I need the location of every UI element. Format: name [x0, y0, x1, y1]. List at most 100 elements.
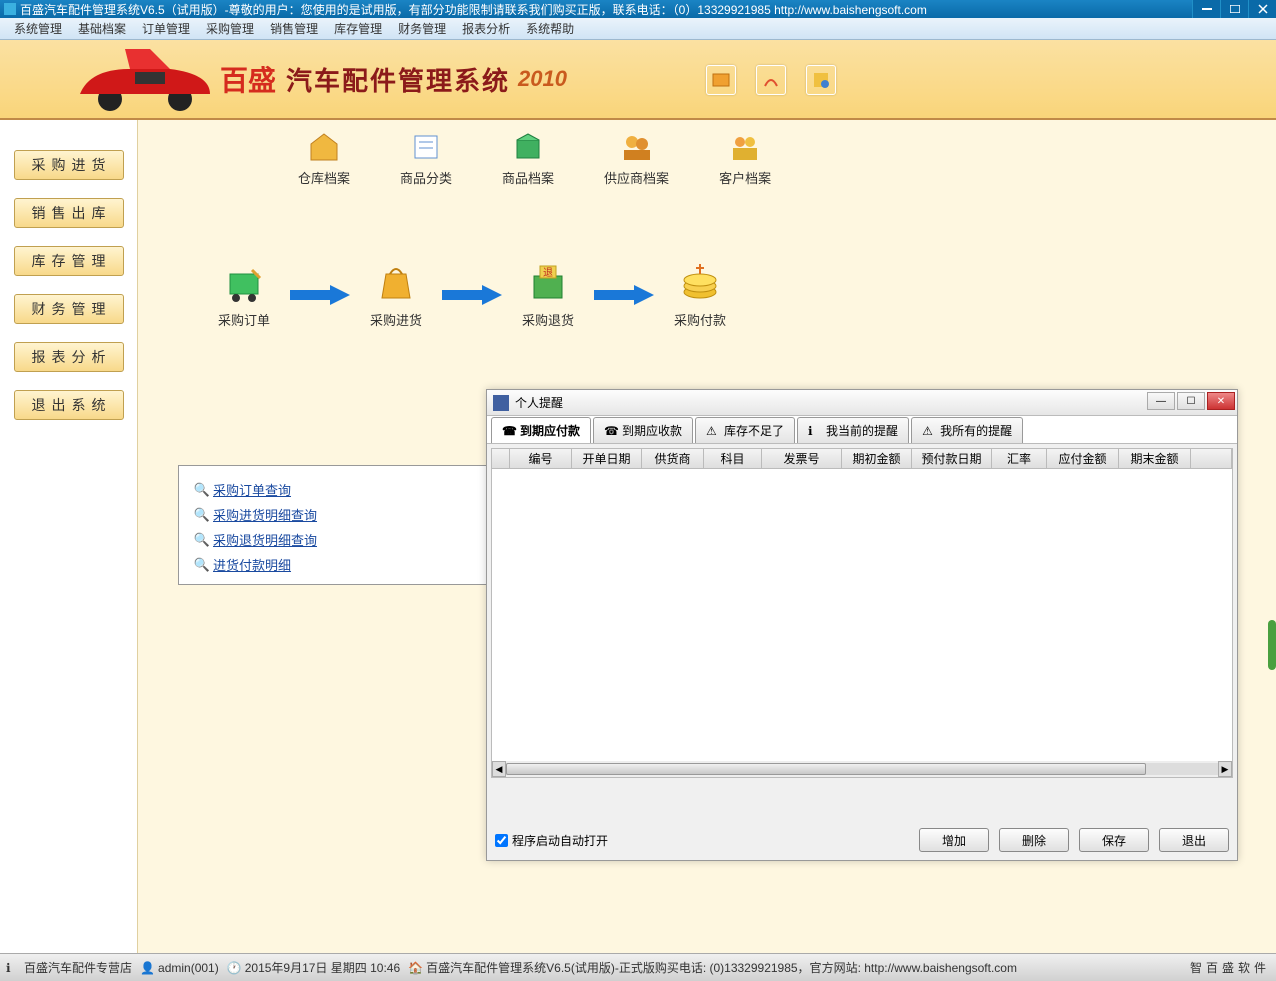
nav-purchase[interactable]: 采购进货 — [14, 150, 124, 180]
flow-order[interactable]: 采购订单 — [218, 260, 270, 329]
svg-text:退: 退 — [543, 267, 553, 279]
link-pay-detail[interactable]: 进货付款明细 — [213, 555, 291, 574]
nav-report[interactable]: 报表分析 — [14, 342, 124, 372]
right-scrollbar[interactable] — [1268, 620, 1276, 670]
link-item: 🔍采购订单查询 — [195, 480, 488, 499]
people-icon — [620, 130, 654, 164]
link-in-detail[interactable]: 采购进货明细查询 — [213, 505, 317, 524]
col-blank — [1191, 449, 1232, 468]
dialog-maximize-button[interactable]: ☐ — [1177, 392, 1205, 410]
col-supplier[interactable]: 供货商 — [642, 449, 704, 468]
banner-icon-2[interactable] — [756, 65, 786, 95]
menu-help[interactable]: 系统帮助 — [518, 20, 582, 37]
icon-supplier[interactable]: 供应商档案 — [604, 130, 669, 187]
dialog-title: 个人提醒 — [515, 394, 563, 411]
icon-category[interactable]: 商品分类 — [400, 130, 452, 187]
menu-bar: 系统管理 基础档案 订单管理 采购管理 销售管理 库存管理 财务管理 报表分析 … — [0, 18, 1276, 40]
icon-label: 仓库档案 — [298, 168, 350, 187]
dialog-buttons: 增加 删除 保存 退出 — [919, 828, 1229, 852]
col-payable[interactable]: 应付金额 — [1047, 449, 1119, 468]
menu-base[interactable]: 基础档案 — [70, 20, 134, 37]
link-return-detail[interactable]: 采购退货明细查询 — [213, 530, 317, 549]
autostart-check-input[interactable] — [495, 834, 508, 847]
menu-sales[interactable]: 销售管理 — [262, 20, 326, 37]
exit-button[interactable]: 退出 — [1159, 828, 1229, 852]
title-bar: 百盛汽车配件管理系统V6.5（试用版）-尊敬的用户：您使用的是试用版，有部分功能… — [0, 0, 1276, 18]
house-icon — [307, 130, 341, 164]
magnifier-icon: 🔍 — [195, 558, 209, 572]
tab-label: 我当前的提醒 — [826, 422, 898, 439]
col-subject[interactable]: 科目 — [704, 449, 762, 468]
dialog-title-bar: 个人提醒 — ☐ ✕ — [487, 390, 1237, 416]
menu-stock[interactable]: 库存管理 — [326, 20, 390, 37]
autostart-checkbox[interactable]: 程序启动自动打开 — [495, 832, 608, 849]
tab-my-current[interactable]: ℹ我当前的提醒 — [797, 417, 909, 443]
tab-payable[interactable]: ☎到期应付款 — [491, 417, 591, 443]
minimize-button[interactable] — [1192, 0, 1220, 18]
nav-sales[interactable]: 销售出库 — [14, 198, 124, 228]
banner-icons — [706, 65, 836, 95]
scroll-thumb[interactable] — [506, 763, 1146, 775]
return-icon: 退 — [526, 260, 570, 304]
banner: 百盛 汽车配件管理系统 2010 — [0, 40, 1276, 120]
app-logo-icon — [4, 3, 16, 15]
icon-warehouse[interactable]: 仓库档案 — [298, 130, 350, 187]
menu-report[interactable]: 报表分析 — [454, 20, 518, 37]
scroll-right-icon[interactable]: ▶ — [1218, 761, 1232, 777]
grid-scrollbar[interactable]: ◀ ▶ — [492, 761, 1232, 777]
menu-purchase[interactable]: 采购管理 — [198, 20, 262, 37]
col-prepay-date[interactable]: 预付款日期 — [912, 449, 992, 468]
tab-label: 我所有的提醒 — [940, 422, 1012, 439]
dialog-close-button[interactable]: ✕ — [1207, 392, 1235, 410]
flow-label: 采购进货 — [370, 310, 422, 329]
flow-pay[interactable]: 采购付款 — [674, 260, 726, 329]
save-button[interactable]: 保存 — [1079, 828, 1149, 852]
scroll-left-icon[interactable]: ◀ — [492, 761, 506, 777]
banner-icon-3[interactable] — [806, 65, 836, 95]
top-icons: 仓库档案 商品分类 商品档案 供应商档案 客户档案 — [298, 130, 771, 187]
icon-customer[interactable]: 客户档案 — [719, 130, 771, 187]
dialog-minimize-button[interactable]: — — [1147, 392, 1175, 410]
arrow-icon — [290, 285, 350, 305]
warning-icon: ⚠ — [706, 424, 720, 438]
home-icon: 🏠 — [408, 961, 422, 975]
nav-finance[interactable]: 财务管理 — [14, 294, 124, 324]
grid-header: 编号 开单日期 供货商 科目 发票号 期初金额 预付款日期 汇率 应付金额 期末… — [492, 449, 1232, 469]
add-button[interactable]: 增加 — [919, 828, 989, 852]
coins-icon — [678, 260, 722, 304]
arrow-icon — [594, 285, 654, 305]
flow-return[interactable]: 退 采购退货 — [522, 260, 574, 329]
nav-stock[interactable]: 库存管理 — [14, 246, 124, 276]
tab-my-all[interactable]: ⚠我所有的提醒 — [911, 417, 1023, 443]
status-info: 🏠百盛汽车配件管理系统V6.5(试用版)-正式版购买电话: (0)1332992… — [408, 959, 1017, 976]
tab-stock-low[interactable]: ⚠库存不足了 — [695, 417, 795, 443]
menu-order[interactable]: 订单管理 — [134, 20, 198, 37]
user-icon: 👤 — [140, 961, 154, 975]
arrow-icon — [442, 285, 502, 305]
status-user: 👤admin(001) — [140, 961, 219, 975]
note-icon — [409, 130, 443, 164]
menu-system[interactable]: 系统管理 — [6, 20, 70, 37]
delete-button[interactable]: 删除 — [999, 828, 1069, 852]
icon-label: 商品分类 — [400, 168, 452, 187]
col-begin[interactable]: 期初金额 — [842, 449, 912, 468]
col-no[interactable]: 编号 — [510, 449, 572, 468]
dialog-win-controls: — ☐ ✕ — [1145, 392, 1235, 410]
col-end[interactable]: 期末金额 — [1119, 449, 1191, 468]
flow-in[interactable]: 采购进货 — [370, 260, 422, 329]
status-brand: 智百盛软件 — [1190, 959, 1270, 976]
phone-icon: ☎ — [604, 424, 618, 438]
icon-goods[interactable]: 商品档案 — [502, 130, 554, 187]
col-invoice[interactable]: 发票号 — [762, 449, 842, 468]
col-date[interactable]: 开单日期 — [572, 449, 642, 468]
link-order-query[interactable]: 采购订单查询 — [213, 480, 291, 499]
menu-finance[interactable]: 财务管理 — [390, 20, 454, 37]
col-rate[interactable]: 汇率 — [992, 449, 1047, 468]
close-button[interactable] — [1248, 0, 1276, 18]
banner-icon-1[interactable] — [706, 65, 736, 95]
tab-receivable[interactable]: ☎到期应收款 — [593, 417, 693, 443]
maximize-button[interactable] — [1220, 0, 1248, 18]
magnifier-icon: 🔍 — [195, 508, 209, 522]
nav-exit[interactable]: 退出系统 — [14, 390, 124, 420]
icon-label: 客户档案 — [719, 168, 771, 187]
